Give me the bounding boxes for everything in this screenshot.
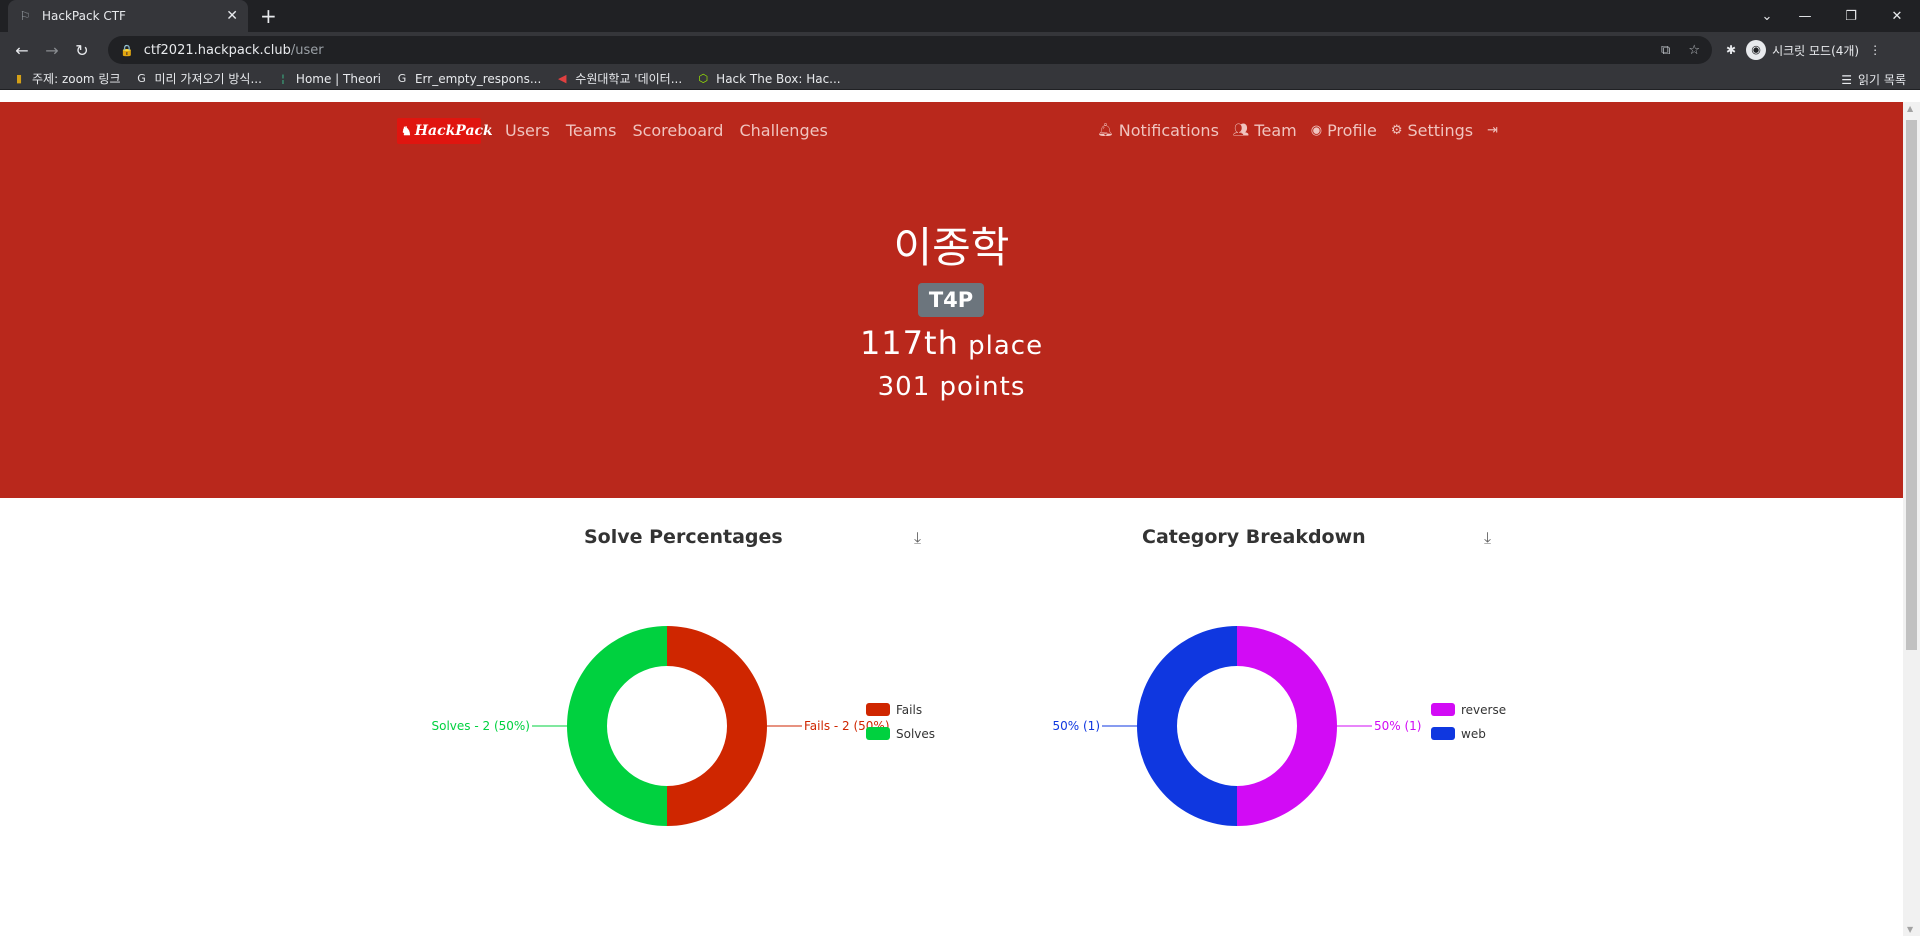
nav-right: 🔔︎ Notifications 👥︎ Team ◉ Profile ⚙ Setting… [1097, 121, 1498, 140]
tab-title: HackPack CTF [42, 9, 126, 23]
browser-tabbar: ⚐ HackPack CTF ✕ + ⌄ — ❐ ✕ [0, 0, 1920, 32]
lock-icon[interactable]: 🔒 [120, 44, 134, 57]
forward-icon[interactable]: → [38, 41, 66, 60]
new-tab-icon[interactable]: + [260, 4, 277, 28]
nav-logout[interactable]: ⇥ [1487, 121, 1498, 140]
slice-label: Solves - 2 (50%) [432, 719, 530, 733]
team-badge[interactable]: T4P [918, 283, 984, 317]
hackpack-logo-icon: ♞ [401, 124, 412, 138]
bell-icon: 🔔︎ [1097, 123, 1114, 138]
nav-team[interactable]: 👥︎ Team [1233, 121, 1297, 140]
menu-icon[interactable]: ⋮ [1869, 43, 1881, 57]
translate-icon[interactable]: ⧉ [1661, 43, 1670, 58]
user-points: 301 points [877, 372, 1026, 402]
back-icon[interactable]: ← [8, 41, 36, 60]
google-icon: G [397, 72, 407, 85]
minimize-icon[interactable]: — [1782, 9, 1828, 24]
cogs-icon: ⚙ [1390, 123, 1403, 138]
slice-label: 50% (1) [1374, 719, 1421, 733]
google-icon: G [137, 72, 146, 85]
legend-label: Solves [896, 727, 935, 741]
browser-toolbar: ← → ↻ 🔒 ctf2021.hackpack.club /user ⧉ ☆ … [0, 32, 1920, 68]
users-icon: 👥︎ [1232, 123, 1250, 138]
nav-notifications[interactable]: 🔔︎ Notifications [1097, 121, 1219, 140]
donut-slice-reverse [1237, 626, 1337, 826]
legend-swatch [1431, 703, 1455, 716]
close-window-icon[interactable]: ✕ [1874, 9, 1920, 24]
slice-label: 50% (1) [1053, 719, 1100, 733]
bookmark-item[interactable]: G Err_empty_respons... [395, 72, 542, 86]
reading-list[interactable]: ☰ 읽기 목록 [1841, 71, 1906, 88]
bookmark-item[interactable]: ◀ 수원대학교 '데이터... [555, 70, 682, 87]
bookmark-item[interactable]: ▮ 주제: zoom 링크 [12, 70, 121, 87]
nav-settings[interactable]: ⚙ Settings [1391, 121, 1473, 140]
nav-scoreboard[interactable]: Scoreboard [632, 121, 723, 140]
page-scrollbar[interactable]: ▲ ▼ [1903, 102, 1920, 936]
nav-challenges[interactable]: Challenges [739, 121, 827, 140]
extensions-icon[interactable]: ✱ [1726, 43, 1736, 57]
donut-slice-fails [667, 626, 767, 826]
legend-swatch [866, 703, 890, 716]
profile-hero: ♞ HackPack Users Teams Scoreboard Challe… [0, 102, 1903, 498]
restore-icon[interactable]: ❐ [1828, 9, 1874, 24]
theori-icon: ¦ [281, 72, 285, 85]
incognito-icon: ◉ [1746, 40, 1767, 60]
legend-swatch [1431, 727, 1455, 740]
tab-search-icon[interactable]: ⌄ [1752, 9, 1782, 24]
bookmark-item[interactable]: ⬡ Hack The Box: Hac... [696, 72, 840, 86]
window-controls: ⌄ — ❐ ✕ [1752, 0, 1920, 32]
site-logo[interactable]: ♞ HackPack [397, 118, 493, 144]
charts-section: Solve Percentages ⤓ Category Breakdown ⤓… [0, 498, 1903, 936]
nav-profile[interactable]: ◉ Profile [1311, 121, 1377, 140]
user-circle-icon: ◉ [1310, 123, 1323, 138]
site-navbar: ♞ HackPack Users Teams Scoreboard Challe… [0, 102, 1903, 158]
scrollbar-thumb[interactable] [1906, 120, 1917, 650]
scroll-down-icon[interactable]: ▼ [1907, 925, 1913, 934]
zoom-icon: ▮ [15, 72, 23, 85]
htb-icon: ⬡ [698, 72, 708, 85]
place-number: 117th [859, 324, 959, 362]
bookmarks-bar: ▮ 주제: zoom 링크 G 미리 가져오기 방식... ¦ Home | Theo… [0, 68, 1920, 90]
incognito-indicator[interactable]: ◉ 시크릿 모드(4개) [1746, 40, 1859, 60]
browser-tab[interactable]: ⚐ HackPack CTF ✕ [8, 0, 248, 32]
donut-slice-web [1137, 626, 1237, 826]
nav-users[interactable]: Users [505, 121, 550, 140]
legend-label: reverse [1461, 703, 1506, 717]
incognito-label: 시크릿 모드(4개) [1772, 43, 1860, 58]
legend-swatch [866, 727, 890, 740]
reload-icon[interactable]: ↻ [68, 41, 96, 60]
web-page: ♞ HackPack Users Teams Scoreboard Challe… [0, 102, 1903, 936]
page-favicon-icon: ⚐ [19, 9, 31, 23]
donut-slice-solves [567, 626, 667, 826]
bookmark-item[interactable]: ¦ Home | Theori [276, 72, 381, 86]
reading-list-icon: ☰ [1841, 72, 1853, 87]
url-host: ctf2021.hackpack.club [143, 42, 291, 58]
nav-teams[interactable]: Teams [566, 121, 617, 140]
legend-label: web [1461, 727, 1486, 741]
place-word: place [968, 331, 1044, 361]
close-tab-icon[interactable]: ✕ [226, 8, 238, 24]
donut-charts: Fails - 2 (50%)FailsSolves - 2 (50%)Solv… [432, 626, 1506, 826]
legend-label: Fails [896, 703, 922, 717]
bookmark-star-icon[interactable]: ☆ [1688, 43, 1700, 58]
nav-links: Users Teams Scoreboard Challenges [505, 121, 828, 140]
megaphone-icon: ◀ [558, 72, 567, 85]
user-name: 이종학 [893, 223, 1010, 272]
scroll-up-icon[interactable]: ▲ [1907, 104, 1913, 113]
user-place: 117th place [0, 324, 1903, 362]
url-path: /user [290, 42, 324, 58]
address-bar[interactable]: 🔒 ctf2021.hackpack.club /user ⧉ ☆ [108, 36, 1712, 64]
bookmark-item[interactable]: G 미리 가져오기 방식... [135, 70, 262, 87]
logout-icon: ⇥ [1487, 123, 1498, 138]
